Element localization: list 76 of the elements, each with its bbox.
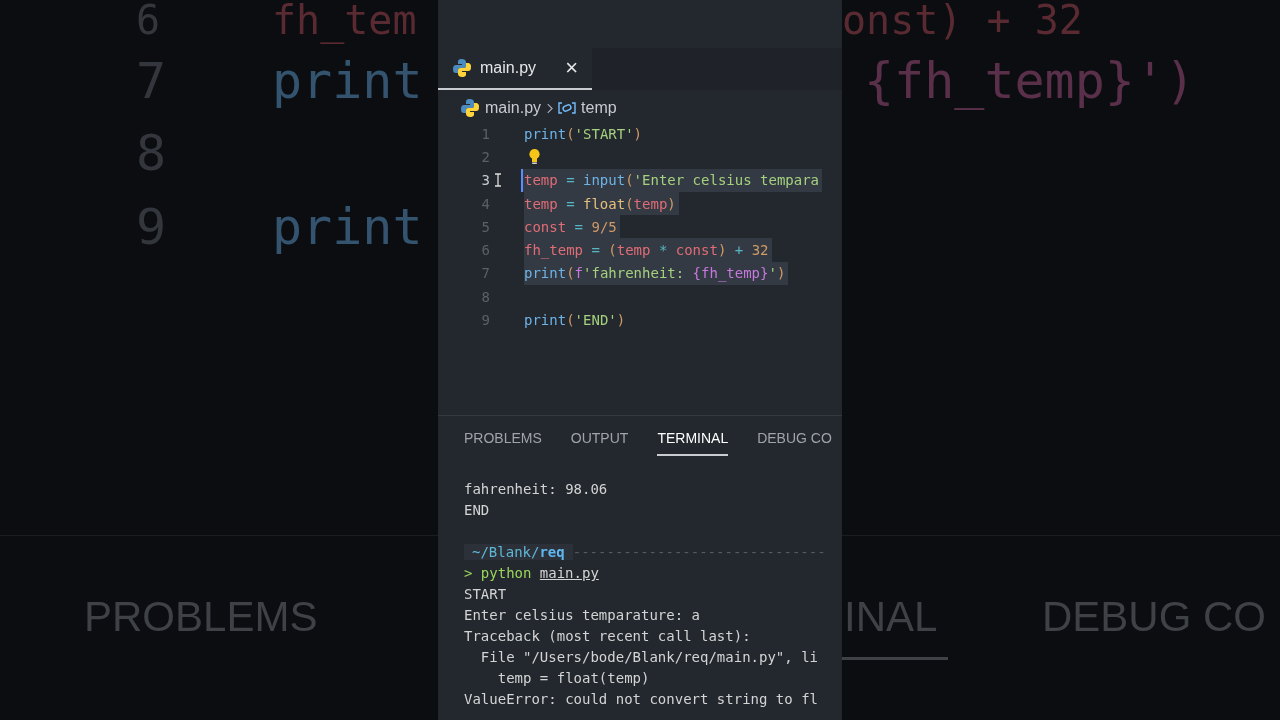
line-number: 7 bbox=[480, 265, 490, 282]
code-variable: temp bbox=[524, 195, 558, 212]
code-interpolation: {fh_temp} bbox=[692, 265, 769, 282]
code-paren: ( bbox=[566, 312, 575, 328]
code-function: print bbox=[524, 265, 567, 282]
python-icon bbox=[460, 98, 480, 118]
line-number: 3 bbox=[480, 172, 490, 189]
code-string: 'Enter celsius tempara bbox=[633, 172, 820, 189]
code-operator: + bbox=[733, 242, 745, 259]
tab-label: main.py bbox=[480, 59, 537, 77]
prompt-directory: req bbox=[539, 544, 573, 560]
code-function: print bbox=[524, 312, 567, 328]
line-number: 8 bbox=[480, 288, 490, 305]
backdrop-text: onst) + 32 bbox=[842, 0, 1083, 40]
panel-tab[interactable]: PROBLEMS bbox=[464, 430, 542, 456]
code-paren: ) bbox=[667, 195, 676, 212]
code-paren: ( bbox=[625, 172, 634, 189]
code-paren: ( bbox=[566, 125, 575, 142]
panel-tab[interactable]: TERMINAL bbox=[657, 430, 729, 456]
editor-tab[interactable]: main.py × bbox=[438, 48, 592, 90]
code-operator: * bbox=[657, 242, 669, 259]
line-number: 4 bbox=[480, 195, 490, 212]
code-string: 'fahrenheit: bbox=[583, 265, 686, 282]
chevron-icon bbox=[546, 102, 554, 114]
code-operator: = bbox=[565, 195, 576, 212]
terminal-command: > python bbox=[464, 565, 532, 581]
line-number: 2 bbox=[480, 148, 490, 165]
code-paren: ( bbox=[625, 195, 634, 212]
line-number: 5 bbox=[480, 218, 490, 235]
variable-icon bbox=[558, 102, 577, 114]
panel-tab[interactable]: OUTPUT bbox=[570, 430, 629, 456]
code-function: float bbox=[583, 195, 626, 212]
code-variable: fh_temp bbox=[524, 242, 583, 259]
code-variable: temp bbox=[524, 172, 558, 189]
line-number: 6 bbox=[480, 242, 490, 259]
code-paren: ( bbox=[608, 242, 617, 259]
code-interpolation: f bbox=[574, 265, 584, 282]
code-paren: ) bbox=[717, 242, 727, 259]
terminal-text: ValueError: could not convert string to fl bbox=[464, 691, 818, 707]
code-string: 'START' bbox=[574, 125, 634, 142]
breadcrumb-symbol[interactable]: temp bbox=[581, 99, 617, 117]
close-icon[interactable]: × bbox=[565, 57, 578, 79]
code-variable: const bbox=[524, 218, 567, 235]
code-paren: ) bbox=[616, 312, 626, 328]
code-paren: ( bbox=[566, 265, 575, 282]
code-string: ' bbox=[768, 265, 777, 282]
terminal-text: temp = float(temp) bbox=[496, 670, 650, 686]
code-function: input bbox=[583, 172, 626, 189]
code-operator: = bbox=[565, 172, 576, 189]
panel-tab[interactable]: DEBUG CO bbox=[757, 430, 832, 456]
code-paren: ) bbox=[633, 125, 643, 142]
backdrop-text: print bbox=[272, 202, 423, 252]
code-function: print bbox=[524, 125, 567, 142]
backdrop-text: print bbox=[272, 56, 423, 106]
code-number: 9/5 bbox=[591, 218, 617, 235]
breadcrumb-file[interactable]: main.py bbox=[485, 99, 542, 117]
terminal-text: START bbox=[464, 586, 507, 602]
lightbulb-icon[interactable] bbox=[528, 148, 541, 166]
terminal-text: END bbox=[464, 502, 490, 518]
python-icon bbox=[452, 58, 472, 78]
terminal-text: fahrenheit: 98.06 bbox=[464, 481, 608, 497]
code-variable: temp bbox=[616, 242, 651, 259]
prompt-rule: ------------------------------ bbox=[572, 544, 826, 560]
terminal-text: Enter celsius temparature: a bbox=[464, 607, 700, 623]
prompt-path: ~/Blank/ bbox=[464, 544, 540, 560]
code-string: 'END' bbox=[574, 312, 617, 328]
code-variable: temp bbox=[633, 195, 668, 212]
line-number: 9 bbox=[480, 312, 490, 328]
code-variable: const bbox=[675, 242, 718, 259]
code-operator: = bbox=[590, 242, 601, 259]
terminal-text: File "/Users/bode/Blank/req/main.py", li bbox=[479, 649, 818, 665]
code-paren: ) bbox=[776, 265, 786, 282]
code-number: 32 bbox=[751, 242, 769, 259]
terminal-text: Traceback (most recent call last): bbox=[464, 628, 751, 644]
code-operator: = bbox=[573, 218, 584, 235]
line-number: 1 bbox=[480, 125, 490, 142]
